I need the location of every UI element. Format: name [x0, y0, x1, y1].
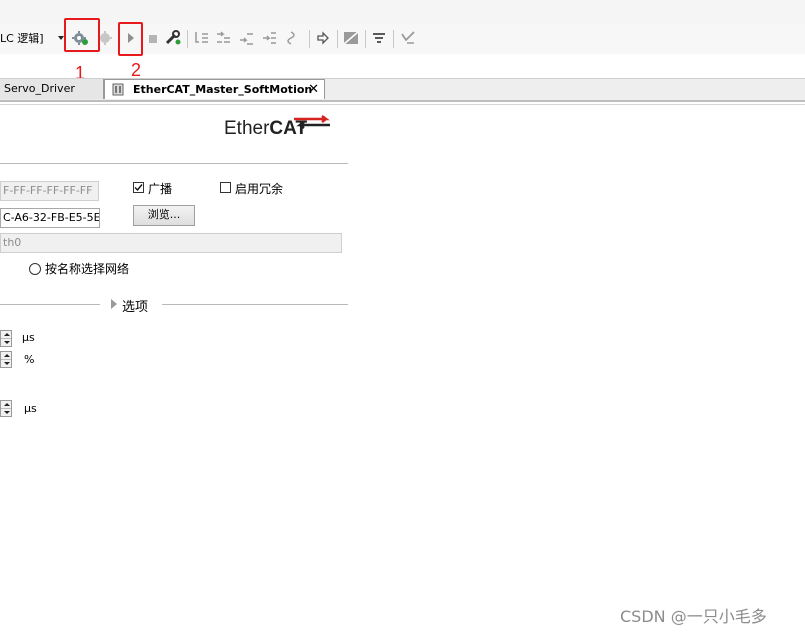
set-next-statement-icon[interactable]: [283, 28, 303, 48]
toolbar-separator: [393, 30, 394, 48]
cycle-time-unit: μs: [22, 331, 35, 344]
arrow-right-icon[interactable]: [313, 28, 333, 48]
browse-button[interactable]: 浏览...: [133, 205, 195, 226]
toolbar-separator: [187, 30, 188, 48]
destination-address-field[interactable]: F-FF-FF-FF-FF-FF: [0, 181, 99, 201]
source-address-value: C-A6-32-FB-E5-5E: [3, 211, 100, 224]
ethercat-logo-text-1: Ether: [224, 118, 270, 139]
sync-offset-spinner[interactable]: [0, 351, 12, 368]
section-divider: [0, 163, 348, 164]
menu-bar: [0, 0, 805, 24]
breakpoints-icon[interactable]: [341, 28, 361, 48]
write-values-icon[interactable]: [398, 28, 418, 48]
toolbar-separator: [337, 30, 338, 48]
highlight-box-2: [118, 22, 143, 56]
destination-address-value: F-FF-FF-FF-FF-FF: [3, 184, 93, 197]
sync-window-spinner[interactable]: [0, 400, 12, 417]
watermark: CSDN @一只小毛多: [620, 607, 767, 626]
tab-divider: [0, 104, 805, 105]
reset-tools-icon[interactable]: [163, 28, 183, 48]
highlight-box-1: [64, 18, 100, 52]
step-into-icon[interactable]: [213, 28, 233, 48]
broadcast-checkbox[interactable]: [133, 182, 144, 193]
options-divider-left: [0, 304, 100, 305]
app-combo[interactable]: LC 逻辑]: [0, 30, 44, 48]
checkmark-icon: [134, 184, 143, 192]
app-combo-text: LC 逻辑]: [0, 32, 44, 45]
step-out-icon[interactable]: [236, 28, 256, 48]
tab-servo-driver[interactable]: Servo_Driver: [0, 79, 104, 99]
run-to-cursor-icon[interactable]: [259, 28, 279, 48]
network-name-value: th0: [3, 236, 22, 249]
options-label[interactable]: 选项: [122, 296, 148, 315]
network-name-field[interactable]: th0: [0, 233, 342, 253]
close-icon[interactable]: ✕: [308, 80, 319, 99]
filter-icon[interactable]: [369, 28, 389, 48]
ethercat-arrows-icon: [294, 115, 330, 129]
options-divider-right: [162, 304, 348, 305]
browse-button-label: 浏览...: [147, 208, 181, 221]
select-network-by-name-label: 按名称选择网络: [45, 262, 130, 276]
expand-options-icon[interactable]: [111, 299, 117, 309]
tab-label: EtherCAT_Master_SoftMotion: [133, 83, 313, 96]
step-over-icon[interactable]: [191, 28, 211, 48]
enable-redundancy-checkbox[interactable]: [220, 182, 231, 193]
broadcast-label: 广播: [148, 182, 173, 196]
tab-divider: [0, 100, 805, 102]
enable-redundancy-label: 启用冗余: [235, 182, 284, 196]
tab-ethercat-master-softmotion[interactable]: EtherCAT_Master_SoftMotion ✕: [104, 79, 325, 99]
stop-icon[interactable]: [143, 28, 163, 48]
cycle-time-spinner[interactable]: [0, 330, 12, 347]
sync-window-unit: μs: [24, 402, 37, 415]
select-network-by-name-radio[interactable]: [29, 263, 41, 275]
toolbar-separator: [365, 30, 366, 48]
tab-label: Servo_Driver: [4, 82, 75, 95]
device-icon: [112, 83, 124, 96]
sync-offset-unit: %: [24, 353, 35, 366]
toolbar-separator: [309, 30, 310, 48]
source-address-field[interactable]: C-A6-32-FB-E5-5E: [0, 208, 100, 228]
